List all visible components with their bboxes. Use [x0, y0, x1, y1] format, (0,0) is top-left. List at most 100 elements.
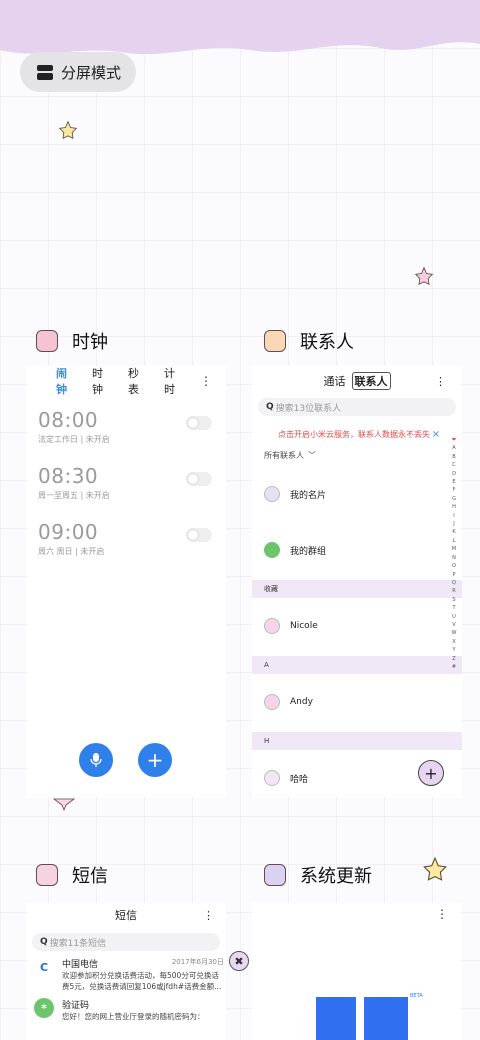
avatar — [264, 486, 280, 502]
index-letter[interactable]: V — [452, 621, 455, 629]
tab-contacts[interactable]: 联系人 — [351, 372, 391, 390]
index-letter[interactable]: O — [452, 562, 456, 570]
contacts-app-title[interactable]: 联系人 — [264, 328, 354, 354]
my-groups-row[interactable]: 我的群组 — [252, 522, 462, 578]
star-sticker-icon — [423, 856, 447, 881]
split-screen-button[interactable]: 分屏模式 — [20, 52, 136, 92]
update-title-label: 系统更新 — [300, 866, 372, 887]
section-header-h: H — [252, 732, 462, 750]
star-sticker-icon — [414, 266, 434, 286]
clock-app-title[interactable]: 时钟 — [36, 328, 108, 354]
add-alarm-button[interactable]: + — [138, 743, 172, 777]
avatar — [264, 618, 280, 634]
update-more-icon[interactable]: ⋮ — [436, 907, 448, 921]
index-letter[interactable]: Z — [452, 655, 455, 663]
index-letter[interactable]: X — [452, 638, 455, 646]
index-letter[interactable]: P — [452, 571, 455, 579]
add-contact-button[interactable]: + — [418, 760, 444, 786]
index-letter[interactable]: N — [452, 554, 456, 562]
index-letter[interactable]: U — [452, 613, 456, 621]
sms-more-icon[interactable]: ⋮ — [203, 909, 214, 922]
message-sender: 中国电信 — [62, 960, 99, 970]
beta-badge: BETA — [410, 993, 423, 999]
close-icon[interactable]: × — [432, 429, 440, 440]
message-date: 2017年6月30日 — [171, 958, 224, 966]
miui-logo-icon — [316, 997, 408, 1040]
alarm-clock-icon — [36, 330, 58, 352]
index-letter[interactable]: T — [452, 604, 455, 612]
index-letter[interactable]: L — [453, 537, 456, 545]
envelope-icon — [36, 864, 58, 886]
message-item[interactable]: * 验证码 您好！您的网上营业厅登录的随机密码为： — [26, 992, 226, 1022]
my-card-row[interactable]: 我的名片 — [252, 466, 462, 522]
contacts-filter-dropdown[interactable]: 所有联系人 ﹀ — [252, 444, 462, 466]
sms-app-window[interactable]: 短信 ⋮ Q 搜索11条短信 C 中国电信 2017年6月30日 欢迎参加积分兑换… — [26, 903, 226, 1040]
index-letter[interactable]: S — [452, 596, 455, 604]
sms-search-input[interactable]: Q 搜索11条短信 — [32, 933, 220, 951]
my-groups-label: 我的群组 — [290, 546, 327, 557]
index-letter[interactable]: G — [452, 495, 456, 503]
alarm-toggle[interactable] — [186, 416, 212, 430]
index-letter[interactable]: I — [453, 512, 454, 520]
tab-alarm[interactable]: 闹钟 — [56, 366, 72, 397]
search-icon: Q — [40, 937, 48, 947]
sms-search-placeholder: 搜索11条短信 — [49, 938, 107, 949]
contacts-more-icon[interactable]: ⋮ — [435, 375, 446, 388]
index-letter[interactable]: F — [453, 486, 456, 494]
index-letter[interactable]: Y — [452, 646, 455, 654]
alarm-toggle[interactable] — [186, 528, 212, 542]
section-header-a: A — [252, 656, 462, 674]
clock-app-window[interactable]: 闹钟 时钟 秒表 计时 ⋮ 08:00 法定工作日 | 未开启 08:30 周一… — [26, 366, 226, 798]
tab-timer[interactable]: 计时 — [164, 366, 180, 397]
my-card-label: 我的名片 — [290, 490, 327, 501]
index-letter[interactable]: R — [452, 587, 455, 595]
contacts-app-window[interactable]: 通话 联系人 ⋮ Q 搜索13位联系人 点击开启小米云服务，联系人数据永不丢失 … — [252, 366, 462, 798]
index-letter[interactable]: Q — [452, 579, 456, 587]
alarm-item[interactable]: 09:00 周六 周日 | 未开启 — [26, 508, 226, 564]
alarm-toggle[interactable] — [186, 472, 212, 486]
search-icon: Q — [266, 402, 274, 412]
index-letter[interactable]: W — [452, 629, 457, 637]
index-letter[interactable]: A — [452, 444, 455, 452]
index-letter[interactable]: # — [452, 663, 456, 671]
alarm-item[interactable]: 08:00 法定工作日 | 未开启 — [26, 396, 226, 452]
index-letter[interactable]: D — [452, 470, 456, 478]
ribbon-sticker-icon — [52, 798, 76, 811]
update-app-title[interactable]: 系统更新 — [264, 862, 372, 888]
index-letter[interactable]: M — [452, 545, 456, 553]
voice-alarm-button[interactable] — [79, 743, 113, 777]
index-letter[interactable]: B — [452, 453, 455, 461]
index-letter[interactable]: J — [453, 520, 454, 528]
index-letter[interactable]: H — [452, 503, 456, 511]
alphabet-index[interactable]: ❤ A B C D E F G H I J K L M N O P Q R S T U V W X Y Z # — [450, 436, 458, 671]
close-split-button[interactable]: ✖ — [229, 951, 249, 971]
index-letter[interactable]: E — [452, 478, 455, 486]
sms-app-title[interactable]: 短信 — [36, 862, 108, 888]
system-update-window[interactable]: ⋮ BETA — [252, 903, 462, 1040]
group-icon — [264, 542, 280, 558]
message-item[interactable]: C 中国电信 2017年6月30日 欢迎参加积分兑换话费活动，每500分可兑换话费… — [26, 951, 226, 992]
split-screen-icon — [37, 64, 53, 80]
tab-clock[interactable]: 时钟 — [92, 366, 108, 397]
contact-row[interactable]: Nicole — [252, 598, 462, 654]
contact-row[interactable]: Andy — [252, 674, 462, 730]
sms-header-label: 短信 — [115, 909, 137, 922]
telecom-logo-icon: C — [34, 957, 54, 977]
index-letter[interactable]: ❤ — [452, 436, 456, 444]
clock-title-label: 时钟 — [72, 332, 108, 353]
contacts-app-icon — [264, 330, 286, 352]
sms-title-label: 短信 — [72, 866, 108, 887]
contacts-search-input[interactable]: Q 搜索13位联系人 — [258, 398, 456, 416]
alarm-item[interactable]: 08:30 周一至周五 | 未开启 — [26, 452, 226, 508]
tab-stopwatch[interactable]: 秒表 — [128, 366, 144, 397]
contacts-search-placeholder: 搜索13位联系人 — [275, 403, 342, 414]
system-update-icon — [264, 864, 286, 886]
clock-more-icon[interactable]: ⋮ — [200, 374, 212, 388]
contact-name: 哈哈 — [290, 774, 309, 785]
contacts-title-label: 联系人 — [300, 332, 354, 353]
index-letter[interactable]: K — [452, 528, 455, 536]
chevron-down-icon: ﹀ — [308, 450, 316, 460]
tab-calls[interactable]: 通话 — [324, 373, 346, 389]
index-letter[interactable]: C — [452, 461, 456, 469]
cloud-service-banner[interactable]: 点击开启小米云服务，联系人数据永不丢失 × — [252, 424, 462, 444]
